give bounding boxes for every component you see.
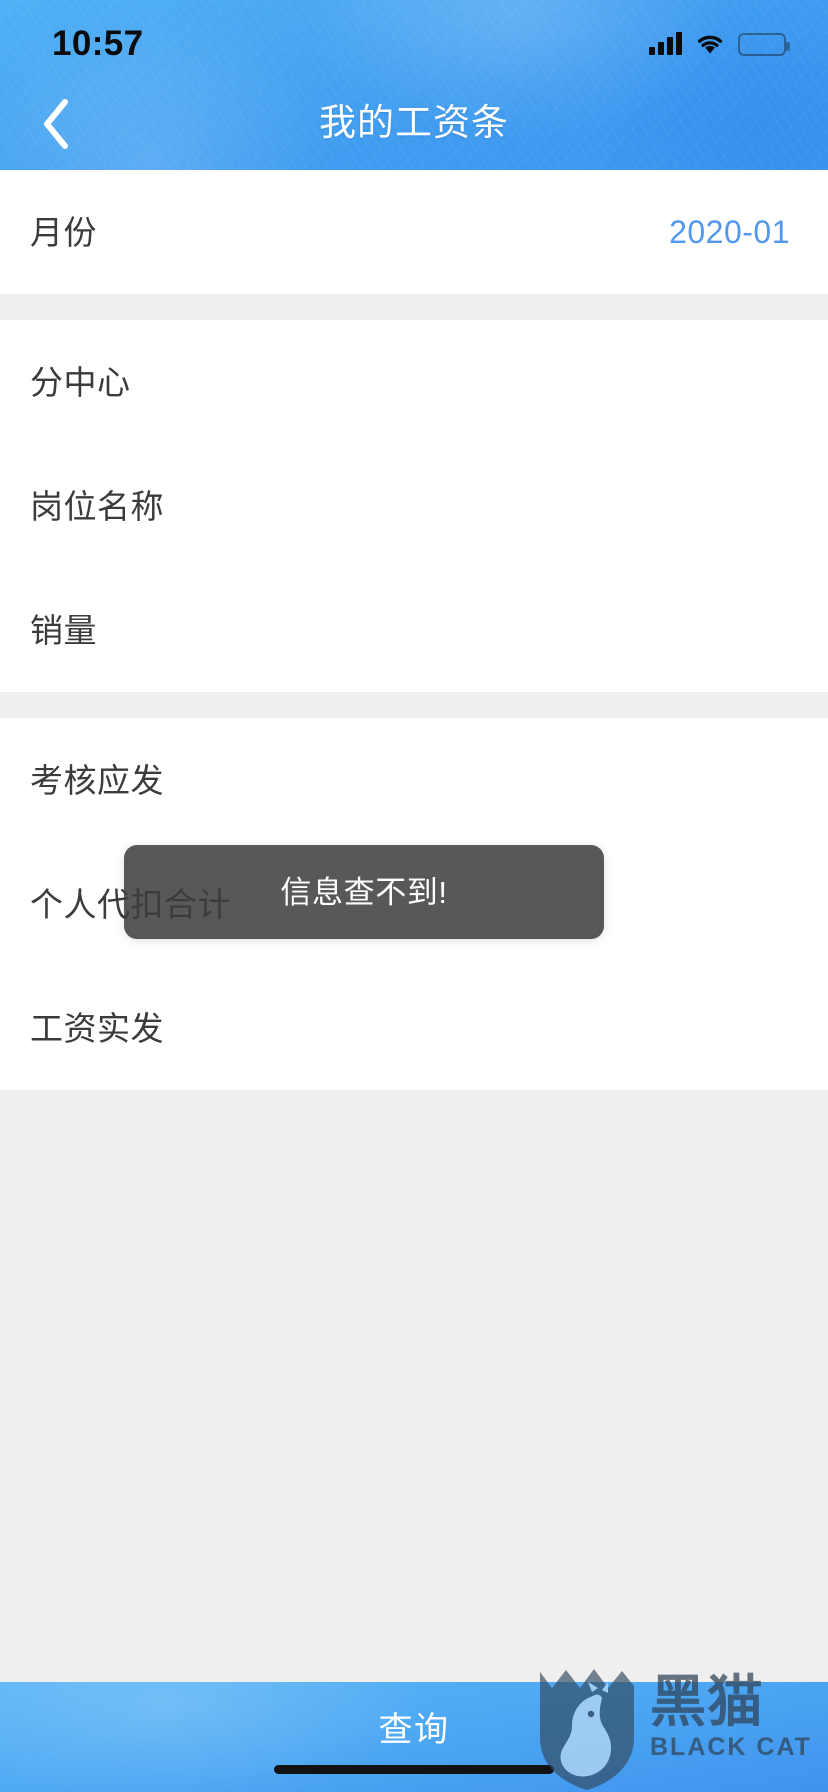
- battery-low-icon: [738, 32, 790, 56]
- main-content: 月份 2020-01 分中心 岗位名称 销量 考核应发 工资实发: [0, 170, 828, 1792]
- chevron-left-icon: [44, 99, 68, 149]
- row-label: 分中心: [30, 363, 131, 401]
- row-label: 销量: [30, 611, 97, 649]
- row-label: 岗位名称: [30, 487, 164, 525]
- toast-text: 信息查不到!: [280, 874, 448, 910]
- section-divider: [0, 692, 828, 718]
- home-indicator: [274, 1765, 554, 1774]
- section-divider: [0, 294, 828, 320]
- row-label: 月份: [30, 213, 97, 251]
- table-row: 分中心: [0, 320, 828, 444]
- row-label: 考核应发: [30, 761, 164, 799]
- table-row[interactable]: 月份 2020-01: [0, 170, 828, 294]
- nav-bar: 我的工资条: [0, 78, 828, 170]
- query-button[interactable]: 查询: [0, 1682, 828, 1792]
- app-header: 10:57 我的工资条: [0, 0, 828, 170]
- signal-bars-icon: [649, 32, 682, 55]
- query-button-label: 查询: [378, 1711, 450, 1749]
- status-icon-group: [649, 23, 790, 56]
- toast-message: 信息查不到!: [124, 845, 604, 939]
- empty-space: [0, 1090, 828, 1490]
- table-row: 销量: [0, 568, 828, 692]
- status-bar: 10:57: [0, 0, 828, 78]
- app-screen: 10:57 我的工资条 月份 2020-01 分中心 岗位名称 销量 考核应发 …: [0, 0, 828, 1792]
- table-row: 工资实发: [0, 966, 828, 1090]
- status-time: 10:57: [52, 23, 144, 63]
- table-row: 考核应发: [0, 718, 828, 842]
- back-button[interactable]: [20, 88, 92, 160]
- page-title: 我的工资条: [319, 101, 509, 143]
- wifi-icon: [695, 33, 725, 55]
- payslip-section-month: 月份 2020-01: [0, 170, 828, 294]
- row-value: 2020-01: [669, 214, 790, 250]
- bottom-action-bar: 查询: [0, 1682, 828, 1792]
- row-label: 工资实发: [30, 1009, 164, 1047]
- table-row: 岗位名称: [0, 444, 828, 568]
- payslip-section-info: 分中心 岗位名称 销量: [0, 320, 828, 692]
